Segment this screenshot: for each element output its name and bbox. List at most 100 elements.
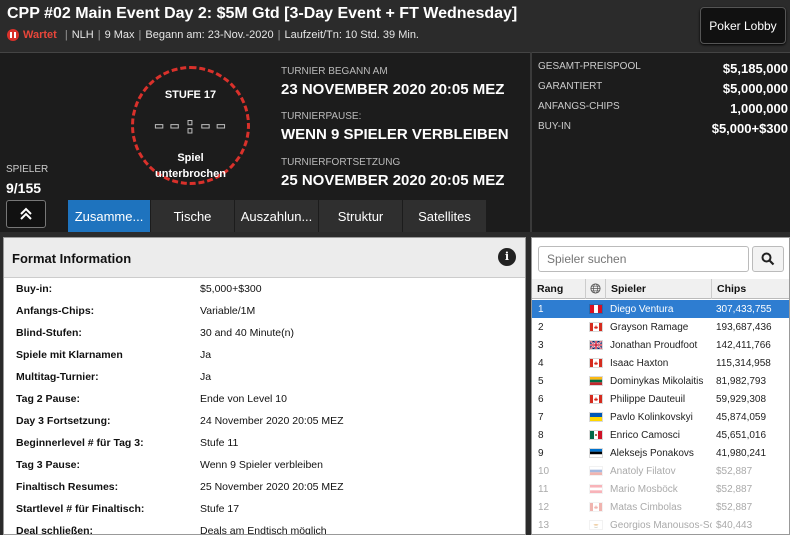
player-row[interactable]: 4 Isaac Haxton 115,314,958	[532, 354, 789, 372]
player-row[interactable]: 3 Jonathan Proudfoot 142,411,766	[532, 336, 789, 354]
canada-flag-icon	[586, 358, 606, 368]
player-table-header: Rang Spieler Chips	[532, 278, 789, 299]
player-name: Pavlo Kolinkovskyi	[610, 411, 693, 423]
prize-pool-label: GESAMT-PREISPOOL	[538, 61, 641, 72]
player-chips: 45,651,016	[716, 429, 767, 441]
player-row[interactable]: 9 Aleksejs Ponakovs 41,980,241	[532, 444, 789, 462]
player-name: Enrico Camosci	[610, 429, 681, 441]
format-key: Deal schließen:	[16, 525, 94, 535]
globe-icon	[590, 283, 601, 294]
format-row: Multitag-Turnier: Ja	[4, 366, 525, 388]
format-value: 25 November 2020 20:05 MEZ	[200, 481, 344, 493]
player-chips: $52,887	[716, 501, 753, 513]
player-row[interactable]: 7 Pavlo Kolinkovskyi 45,874,059	[532, 408, 789, 426]
start-label: TURNIER BEGANN AM	[281, 66, 388, 77]
format-value: Ende von Level 10	[200, 393, 287, 405]
search-icon	[761, 252, 775, 266]
format-row: Beginnerlevel # für Tag 3: Stufe 11	[4, 432, 525, 454]
player-name: Aleksejs Ponakovs	[610, 447, 694, 459]
rank-header[interactable]: Rang	[532, 278, 586, 299]
format-row: Finaltisch Resumes: 25 November 2020 20:0…	[4, 476, 525, 498]
player-row[interactable]: 6 Philippe Dauteuil 59,929,308	[532, 390, 789, 408]
break-label: TURNIERPAUSE:	[281, 111, 362, 122]
start-date: Begann am: 23-Nov.-2020	[145, 29, 274, 41]
lobby-tabs: Zusamme... Tische Auszahlun... Struktur …	[68, 200, 487, 232]
player-name: Dominykas Mikolaitis	[610, 375, 704, 387]
chips-header[interactable]: Chips	[712, 279, 789, 299]
format-rows: Buy-in: $5,000+$300 Anfangs-Chips: Variable…	[4, 278, 525, 535]
format-key: Beginnerlevel # für Tag 3:	[16, 437, 144, 449]
player-chips: 142,411,766	[716, 339, 771, 351]
tournament-header: CPP #02 Main Event Day 2: $5M Gtd [3-Day…	[0, 0, 790, 52]
max-seats: 9 Max	[104, 29, 135, 41]
player-chips: 193,687,436	[716, 321, 772, 333]
resume-value: 25 NOVEMBER 2020 20:05 MEZ	[281, 172, 505, 189]
separator: |	[277, 29, 281, 41]
tab-tables[interactable]: Tische	[151, 200, 235, 232]
tab-summary[interactable]: Zusamme...	[68, 200, 151, 232]
format-value: Variable/1M	[200, 305, 256, 317]
player-name: Georgios Manousos-Sot...	[610, 519, 712, 531]
player-name: Matas Cimbolas	[610, 501, 682, 513]
tab-payouts[interactable]: Auszahlun...	[235, 200, 319, 232]
format-row: Tag 2 Pause: Ende von Level 10	[4, 388, 525, 410]
player-row[interactable]: 13 Georgios Manousos-Sot... $40,443	[532, 516, 789, 534]
country-header[interactable]	[586, 278, 606, 299]
format-value: Wenn 9 Spieler verbleiben	[200, 459, 323, 471]
player-rank: 6	[538, 393, 544, 405]
player-rank: 9	[538, 447, 544, 459]
break-value: WENN 9 SPIELER VERBLEIBEN	[281, 126, 509, 143]
peru-flag-icon	[586, 304, 606, 314]
format-row: Spiele mit Klarnamen Ja	[4, 344, 525, 366]
canada-flag-icon	[586, 502, 606, 512]
player-search-input[interactable]	[538, 246, 749, 272]
player-row[interactable]: 8 Enrico Camosci 45,651,016	[532, 426, 789, 444]
player-name: Philippe Dauteuil	[610, 393, 686, 405]
game-type: NLH	[71, 29, 94, 41]
player-rank: 13	[538, 519, 550, 531]
player-rank: 5	[538, 375, 544, 387]
buyin-label: BUY-IN	[538, 121, 571, 132]
poker-lobby-button[interactable]: Poker Lobby	[700, 7, 786, 44]
player-row[interactable]: 12 Matas Cimbolas $52,887	[532, 498, 789, 516]
russia-flag-icon	[586, 466, 606, 476]
player-row[interactable]: 10 Anatoly Filatov $52,887	[532, 462, 789, 480]
uk-flag-icon	[586, 340, 606, 350]
players-count: 9/155	[6, 180, 42, 196]
format-information-panel: Format Information i Buy-in: $5,000+$300 A…	[3, 237, 526, 535]
tab-satellites[interactable]: Satellites	[403, 200, 487, 232]
search-button[interactable]	[752, 246, 784, 272]
tab-structure[interactable]: Struktur	[319, 200, 403, 232]
player-name: Mario Mosböck	[610, 483, 678, 495]
status-text: Wartet	[23, 29, 57, 41]
ukraine-flag-icon	[586, 412, 606, 422]
format-header: Format Information i	[4, 238, 525, 278]
player-rank: 2	[538, 321, 544, 333]
collapse-button[interactable]	[6, 200, 46, 228]
player-row[interactable]: 5 Dominykas Mikolaitis 81,982,793	[532, 372, 789, 390]
format-key: Finaltisch Resumes:	[16, 481, 119, 493]
buyin-row: BUY-IN $5,000+$300	[538, 121, 788, 136]
prize-panel: GESAMT-PREISPOOL $5,185,000 GARANTIERT $…	[532, 52, 790, 232]
player-rank: 1	[538, 303, 544, 315]
format-row: Tag 3 Pause: Wenn 9 Spieler verbleiben	[4, 454, 525, 476]
player-row[interactable]: 1 Diego Ventura 307,433,755	[532, 300, 789, 318]
player-chips: 45,874,059	[716, 411, 767, 423]
starting-chips-value: 1,000,000	[730, 101, 788, 116]
format-key: Blind-Stufen:	[16, 327, 82, 339]
double-chevron-up-icon	[20, 207, 32, 220]
format-key: Multitag-Turnier:	[16, 371, 99, 383]
player-header[interactable]: Spieler	[606, 278, 712, 299]
format-key: Tag 2 Pause:	[16, 393, 80, 405]
start-value: 23 NOVEMBER 2020 20:05 MEZ	[281, 81, 505, 98]
player-rank: 3	[538, 339, 544, 351]
info-icon[interactable]: i	[498, 248, 516, 266]
player-row[interactable]: 2 Grayson Ramage 193,687,436	[532, 318, 789, 336]
player-row[interactable]: 11 Mario Mosböck $52,887	[532, 480, 789, 498]
pause-icon	[7, 29, 19, 41]
format-key: Day 3 Fortsetzung:	[16, 415, 111, 427]
canada-flag-icon	[586, 394, 606, 404]
players-label: SPIELER	[6, 164, 49, 175]
player-rank: 12	[538, 501, 550, 513]
player-name: Grayson Ramage	[610, 321, 689, 333]
